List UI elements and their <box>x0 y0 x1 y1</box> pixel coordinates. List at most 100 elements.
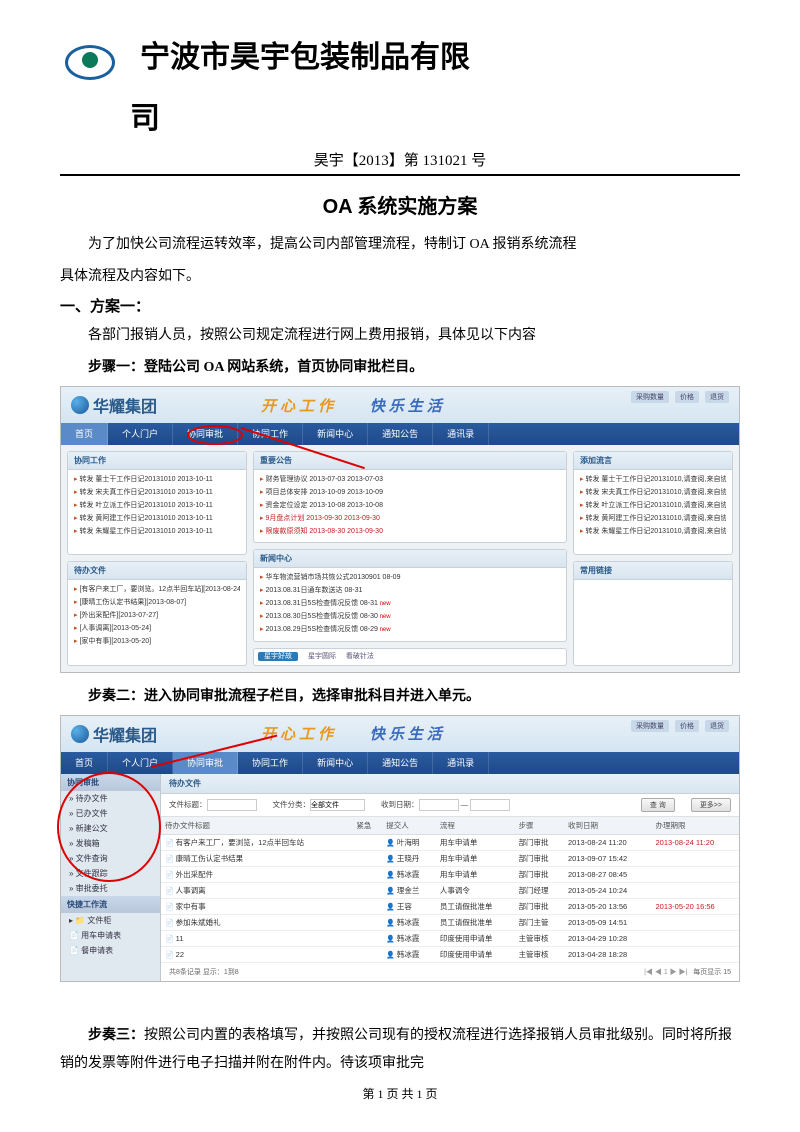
top-button[interactable]: 价格 <box>675 720 699 732</box>
list-item[interactable]: 转发 董士干工作日记20131010 2013-10-11 <box>74 474 240 486</box>
sidebar-heading: 协同审批 <box>61 774 160 791</box>
column-header[interactable]: 待办文件标题 <box>161 817 352 835</box>
column-header[interactable]: 流程 <box>436 817 515 835</box>
app-brand: 华耀集团 <box>71 722 157 746</box>
list-item[interactable]: 2013.08.31日5S检查情况反馈 08-31 new <box>260 598 560 610</box>
filter-bar: 文件标题： 文件分类： 收到日期： — 查 询 更多>> <box>161 794 739 817</box>
nav-collab[interactable]: 协同工作 <box>238 752 303 774</box>
list-item[interactable]: 转发 董士干工作日记20131010,请查阅,来自协同工作） <box>580 474 726 486</box>
pager-info: 共8条记录 显示：1到8 <box>169 967 239 977</box>
table-row[interactable]: 有客户来工厂，要浏览，12点半回车站叶海明用车申请单部门审批2013-08-24… <box>161 834 739 850</box>
nav-news[interactable]: 新闻中心 <box>303 423 368 445</box>
date-to-input[interactable] <box>470 799 510 811</box>
top-button[interactable]: 退货 <box>705 391 729 403</box>
main-content: 待办文件 文件标题： 文件分类： 收到日期： — 查 询 更多>> 待办文件标题… <box>161 774 739 981</box>
table-row[interactable]: 参加朱斌婚礼韩冰霞员工请假批准单部门主管2013-05-09 14:51 <box>161 914 739 930</box>
sidebar-item[interactable]: » 文件跟踪 <box>61 866 160 881</box>
table-row[interactable]: 人事调离理金兰人事调令部门经理2013-05-24 10:24 <box>161 882 739 898</box>
list-item[interactable]: 项目总体安排 2013-10-09 2013-10-09 <box>260 487 560 499</box>
list-item[interactable]: 2013.08.30日5S检查情况反馈 08-30 new <box>260 611 560 623</box>
tab[interactable]: 星宇圆际 <box>308 653 336 660</box>
list-item[interactable]: [家中有事][2013-05-20] <box>74 636 240 648</box>
table-row[interactable]: 外出采配件韩冰霞用车申请单部门审批2013-08-27 08:45 <box>161 866 739 882</box>
sidebar-item[interactable]: » 发稿箱 <box>61 836 160 851</box>
search-button[interactable]: 查 询 <box>641 798 675 812</box>
top-buttons: 采购数量 价格 退货 <box>631 391 729 403</box>
type-filter-input[interactable] <box>310 799 365 811</box>
list-item[interactable]: 华车物流营销市场共恢公式20130901 08-09 <box>260 572 560 584</box>
more-button[interactable]: 更多>> <box>691 798 731 812</box>
panel-links: 常用链接 <box>573 561 733 665</box>
panel-title: 常用链接 <box>574 562 732 580</box>
list-item[interactable]: 转发 叶立派工作日记20131010 2013-10-11 <box>74 500 240 512</box>
main-nav: 首页 个人门户 协同审批 协同工作 新闻中心 通知公告 通讯录 <box>61 752 739 774</box>
nav-home[interactable]: 首页 <box>61 423 108 445</box>
main-nav: 首页 个人门户 协同审批 协同工作 新闻中心 通知公告 通讯录 <box>61 423 739 445</box>
table-row[interactable]: 康晴工伤认定书结果王晓丹用车申请单部门审批2013-09-07 15:42 <box>161 850 739 866</box>
sidebar-item[interactable]: » 已办文件 <box>61 806 160 821</box>
table-row[interactable]: 11韩冰霞印度使用申请单主管审核2013-04-29 10:28 <box>161 930 739 946</box>
list-item[interactable]: 限废款原须知 2013-08-30 2013-09-30 <box>260 526 560 538</box>
column-header[interactable]: 提交人 <box>382 817 436 835</box>
list-item[interactable]: 转发 黄阿建工作日记20131010,请查阅,来自协同工作） <box>580 513 726 525</box>
panel-title: 待办文件 <box>68 562 246 580</box>
sidebar-item[interactable]: » 文件查询 <box>61 851 160 866</box>
top-button[interactable]: 采购数量 <box>631 720 669 732</box>
divider <box>60 174 740 176</box>
sidebar-item[interactable]: » 审批委托 <box>61 881 160 896</box>
panel-announce: 重要公告 财务管理协议 2013-07-03 2013-07-03项目总体安排 … <box>253 451 567 543</box>
nav-notice[interactable]: 通知公告 <box>368 423 433 445</box>
list-item[interactable]: 转发 宋夫真工作日记20131010,请查阅,来自协同工作） <box>580 487 726 499</box>
list-item[interactable]: 转发 黄阿建工作日记20131010 2013-10-11 <box>74 513 240 525</box>
nav-approval[interactable]: 协同审批 <box>173 752 238 774</box>
list-item[interactable]: 转发 宋夫真工作日记20131010 2013-10-11 <box>74 487 240 499</box>
nav-contacts[interactable]: 通讯录 <box>433 423 489 445</box>
table-row[interactable]: 家中有事王容员工请假批准单部门审批2013-05-20 13:562013-05… <box>161 898 739 914</box>
sidebar-tree-item[interactable]: 📄 餐申请表 <box>61 943 160 958</box>
nav-collab[interactable]: 协同工作 <box>238 423 303 445</box>
tab[interactable]: 星宇好故 <box>258 652 298 661</box>
top-button[interactable]: 价格 <box>675 391 699 403</box>
nav-approval[interactable]: 协同审批 <box>173 423 238 445</box>
list-item[interactable]: 转发 朱耀星工作日记20131010 2013-10-11 <box>74 526 240 538</box>
column-header[interactable]: 紧急 <box>352 817 382 835</box>
nav-home[interactable]: 首页 <box>61 752 108 774</box>
top-button[interactable]: 退货 <box>705 720 729 732</box>
sidebar-tree-item[interactable]: 📄 用车申请表 <box>61 928 160 943</box>
column-header[interactable]: 步骤 <box>515 817 564 835</box>
sidebar-item[interactable]: » 待办文件 <box>61 791 160 806</box>
step-2: 步奏二：进入协同审批流程子栏目，选择审批科目并进入单元。 <box>60 683 740 711</box>
list-item[interactable]: 转发 叶立派工作日记20131010,请查阅,来自协同工作） <box>580 500 726 512</box>
column-header[interactable]: 收到日期 <box>564 817 651 835</box>
sidebar-tree-item[interactable]: ▸ 📁 文件柜 <box>61 913 160 928</box>
tab[interactable]: 看破针法 <box>346 653 374 660</box>
list-item[interactable]: 2013.08.29日5S检查情况反馈 08-29 new <box>260 624 560 636</box>
list-item[interactable]: 财务管理协议 2013-07-03 2013-07-03 <box>260 474 560 486</box>
list-item[interactable]: 资金定位设定 2013-10-08 2013-10-08 <box>260 500 560 512</box>
filter-label: 文件分类： <box>273 800 311 809</box>
title-filter-input[interactable] <box>207 799 257 811</box>
table-row[interactable]: 22韩冰霞印度使用申请单主管审核2013-04-28 18:28 <box>161 946 739 962</box>
top-button[interactable]: 采购数量 <box>631 391 669 403</box>
company-name-suffix: 司 <box>130 93 740 137</box>
nav-news[interactable]: 新闻中心 <box>303 752 368 774</box>
pager: 共8条记录 显示：1到8 |◀ ◀ 1 ▶ ▶| 每页显示 15 <box>161 963 739 981</box>
column-header[interactable]: 办理期限 <box>651 817 739 835</box>
panel-title: 重要公告 <box>254 452 566 470</box>
screenshot-2: 华耀集团 开心工作 快乐生活 采购数量 价格 退货 首页 个人门户 协同审批 协… <box>60 715 740 982</box>
list-item[interactable]: [外出采配件][2013-07-27] <box>74 610 240 622</box>
list-item[interactable]: [人事调离][2013-05-24] <box>74 623 240 635</box>
nav-portal[interactable]: 个人门户 <box>108 752 173 774</box>
nav-contacts[interactable]: 通讯录 <box>433 752 489 774</box>
list-item[interactable]: 2013.08.31日通车数送达 08-31 <box>260 585 560 597</box>
list-item[interactable]: [康晴工伤认定书结果][2013-08-07] <box>74 597 240 609</box>
nav-portal[interactable]: 个人门户 <box>108 423 173 445</box>
nav-notice[interactable]: 通知公告 <box>368 752 433 774</box>
list-item[interactable]: [有客户来工厂，要浏览。12点半回车站][2013-08-24] <box>74 584 240 596</box>
intro-line-2: 具体流程及内容如下。 <box>60 263 740 291</box>
list-item[interactable]: 9月盘点计划 2013-09-30 2013-09-30 <box>260 513 560 525</box>
list-item[interactable]: 转发 朱耀星工作日记20131010,请查阅,来自协同工作） <box>580 526 726 538</box>
sidebar-item[interactable]: » 新建公文 <box>61 821 160 836</box>
section-1-body: 各部门报销人员，按照公司规定流程进行网上费用报销，具体见以下内容 <box>60 322 740 350</box>
date-from-input[interactable] <box>419 799 459 811</box>
